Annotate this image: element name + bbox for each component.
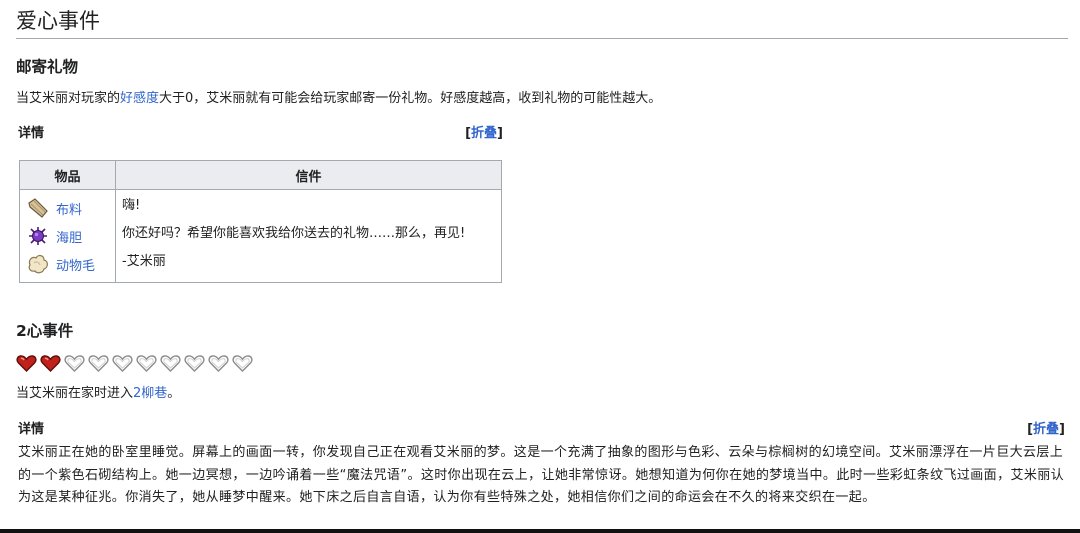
heart-full-icon	[16, 354, 37, 373]
page: 爱心事件 邮寄礼物 当艾米丽对玩家的好感度大于0，艾米丽就有可能会给玩家邮寄一份…	[0, 0, 1080, 533]
section-title: 爱心事件	[16, 8, 1068, 39]
mail-gift-details-header: 详情 [折叠]	[18, 122, 503, 141]
item-link-cloth[interactable]: 布料	[56, 199, 82, 218]
heart-full-icon	[40, 354, 61, 373]
mail-gift-intro-prefix: 当艾米丽对玩家的	[16, 91, 121, 106]
affection-link[interactable]: 好感度	[120, 91, 159, 106]
items-column-header: 物品	[19, 160, 116, 190]
two-heart-description: 艾米丽正在她的卧室里睡觉。屏幕上的画面一转，你发现自己正在观看艾米丽的梦。这是一…	[18, 445, 1065, 505]
item-link-sea-urchin[interactable]: 海胆	[56, 227, 82, 246]
item-link-wool[interactable]: 动物毛	[56, 255, 95, 274]
two-heart-intro-prefix: 当艾米丽在家时进入	[16, 386, 134, 401]
collapse-link[interactable]: 折叠	[471, 126, 497, 141]
letter-body: 你还好吗？希望你能喜欢我给你送去的礼物……那么，再见!	[122, 226, 466, 241]
mail-gift-heading: 邮寄礼物	[16, 58, 79, 76]
list-item: 动物毛	[26, 250, 115, 278]
heart-empty-icon	[64, 354, 85, 373]
two-heart-heading: 2心事件	[16, 322, 74, 340]
mail-gift-intro: 当艾米丽对玩家的好感度大于0，艾米丽就有可能会给玩家邮寄一份礼物。好感度越高，收…	[16, 89, 661, 109]
willow-lane-link[interactable]: 2柳巷	[133, 386, 167, 401]
sea-urchin-icon[interactable]	[26, 225, 50, 247]
collapse-link[interactable]: 折叠	[1033, 422, 1059, 437]
two-heart-intro-suffix: 。	[167, 386, 181, 401]
mail-gift-intro-suffix: 大于0，艾米丽就有可能会给玩家邮寄一份礼物。好感度越高，收到礼物的可能性越大。	[159, 91, 662, 106]
letter-column-header: 信件	[115, 160, 502, 190]
letter-signature: -艾米丽	[122, 254, 166, 269]
bottom-border	[0, 529, 1080, 533]
details-label: 详情	[18, 422, 45, 437]
heart-meter	[16, 354, 253, 373]
heart-empty-icon	[112, 354, 133, 373]
collapse-toggle: [折叠]	[465, 126, 503, 141]
heart-empty-icon	[160, 354, 181, 373]
heart-empty-icon	[232, 354, 253, 373]
letter-cell: 嗨! 你还好吗？希望你能喜欢我给你送去的礼物……那么，再见! -艾米丽	[115, 189, 502, 283]
collapse-toggle: [折叠]	[1027, 422, 1065, 437]
gift-table: 物品 信件 布料 海胆 动物毛 嗨! 你还好吗？希望你能喜欢我给你送去的礼物………	[19, 160, 502, 283]
cloth-icon[interactable]	[26, 197, 50, 219]
items-cell: 布料 海胆 动物毛	[19, 189, 116, 283]
two-heart-intro: 当艾米丽在家时进入2柳巷。	[16, 384, 180, 404]
letter-greeting: 嗨!	[122, 198, 141, 213]
two-heart-details-header: 详情 [折叠]	[18, 418, 1065, 437]
heart-empty-icon	[88, 354, 109, 373]
details-label: 详情	[18, 126, 45, 141]
wool-icon[interactable]	[26, 253, 50, 275]
heart-empty-icon	[208, 354, 229, 373]
list-item: 布料	[26, 194, 115, 222]
list-item: 海胆	[26, 222, 115, 250]
heart-empty-icon	[184, 354, 205, 373]
heart-empty-icon	[136, 354, 157, 373]
